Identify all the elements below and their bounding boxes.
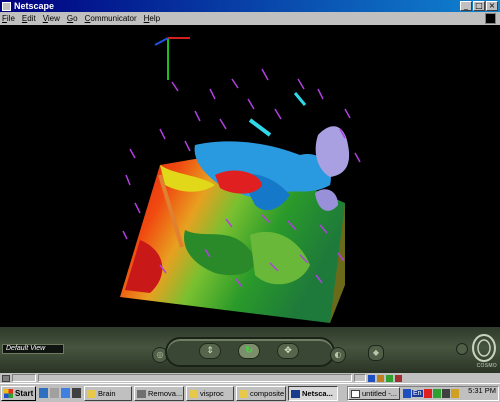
component-bar-news-icon[interactable] — [386, 374, 393, 382]
task-untitled[interactable]: untitled -... — [348, 387, 400, 400]
network-tray-icon[interactable] — [403, 389, 411, 398]
windows-taskbar: Start Brain Remova... visproc composite … — [0, 383, 500, 402]
task-netscape[interactable]: Netsca... — [288, 386, 338, 401]
window-titlebar[interactable]: Netscape _ □ × — [0, 0, 500, 12]
minimize-button[interactable]: _ — [460, 1, 472, 11]
quicklaunch-outlook-icon[interactable] — [50, 388, 59, 398]
gravity-icon[interactable]: ◆ — [368, 345, 384, 361]
progress-indicator — [12, 374, 36, 382]
menu-help[interactable]: Help — [144, 13, 160, 25]
close-button[interactable]: × — [486, 1, 498, 11]
component-bar-navigator-icon[interactable] — [368, 374, 375, 382]
folder-icon — [239, 389, 248, 398]
component-bar-mail-icon[interactable] — [377, 374, 384, 382]
tilt-icon[interactable]: ◐ — [330, 347, 346, 363]
document-icon — [351, 389, 360, 398]
menu-edit[interactable]: Edit — [22, 13, 36, 25]
windows-logo-icon — [4, 389, 13, 398]
update-tray-icon[interactable] — [432, 389, 441, 398]
clock[interactable]: 5:31 PM — [468, 384, 496, 397]
menu-view[interactable]: View — [43, 13, 60, 25]
netscape-icon — [291, 389, 300, 398]
language-indicator[interactable]: En — [412, 390, 423, 397]
quicklaunch-ie-icon[interactable] — [39, 388, 48, 398]
window-controls: _ □ × — [460, 1, 498, 11]
viewpoint-selector[interactable]: Default View — [2, 344, 64, 354]
window-title: Netscape — [14, 0, 55, 11]
maximize-button[interactable]: □ — [473, 1, 485, 11]
menu-file[interactable]: File — [2, 13, 15, 25]
component-bar-composer-icon[interactable] — [395, 374, 402, 382]
volume-tray-icon[interactable] — [441, 389, 450, 398]
security-lock-icon[interactable] — [2, 374, 10, 382]
netscape-app-icon — [2, 1, 11, 11]
cosmo-logo-text: COSMO — [476, 363, 497, 369]
folder-icon — [87, 389, 96, 398]
help-icon[interactable] — [456, 343, 468, 355]
netscape-throbber-icon — [485, 13, 496, 24]
antivirus-tray-icon[interactable] — [423, 389, 432, 398]
vrml-3d-viewport[interactable] — [0, 25, 500, 327]
task-composite[interactable]: composite — [236, 386, 286, 401]
task-brain[interactable]: Brain — [84, 386, 132, 401]
start-button[interactable]: Start — [1, 386, 36, 401]
pan-button[interactable]: ✥ — [277, 343, 299, 359]
status-message — [38, 374, 352, 382]
task-remova[interactable]: Remova... — [134, 386, 184, 401]
scheduler-tray-icon[interactable] — [450, 389, 459, 398]
app-icon — [137, 389, 146, 398]
quicklaunch-desktop-icon[interactable] — [61, 388, 70, 398]
menu-bar: File Edit View Go Communicator Help — [0, 12, 500, 25]
quicklaunch-channels-icon[interactable] — [72, 388, 81, 398]
status-bar — [0, 373, 500, 383]
start-label: Start — [15, 389, 34, 398]
3d-scene-graphic — [120, 37, 361, 323]
status-segment — [354, 374, 366, 382]
axis-gizmo — [154, 37, 190, 80]
folder-icon — [189, 389, 198, 398]
task-visproc[interactable]: visproc — [186, 386, 234, 401]
zoom-button[interactable]: ⇕ — [199, 343, 221, 359]
menu-go[interactable]: Go — [67, 13, 78, 25]
rotate-button[interactable]: ↻ — [238, 343, 260, 359]
cosmo-player-dashboard: Default View ◎ ⇕ ↻ ✥ ◐ ◆ COSMO — [0, 327, 500, 373]
menu-communicator[interactable]: Communicator — [85, 13, 137, 25]
